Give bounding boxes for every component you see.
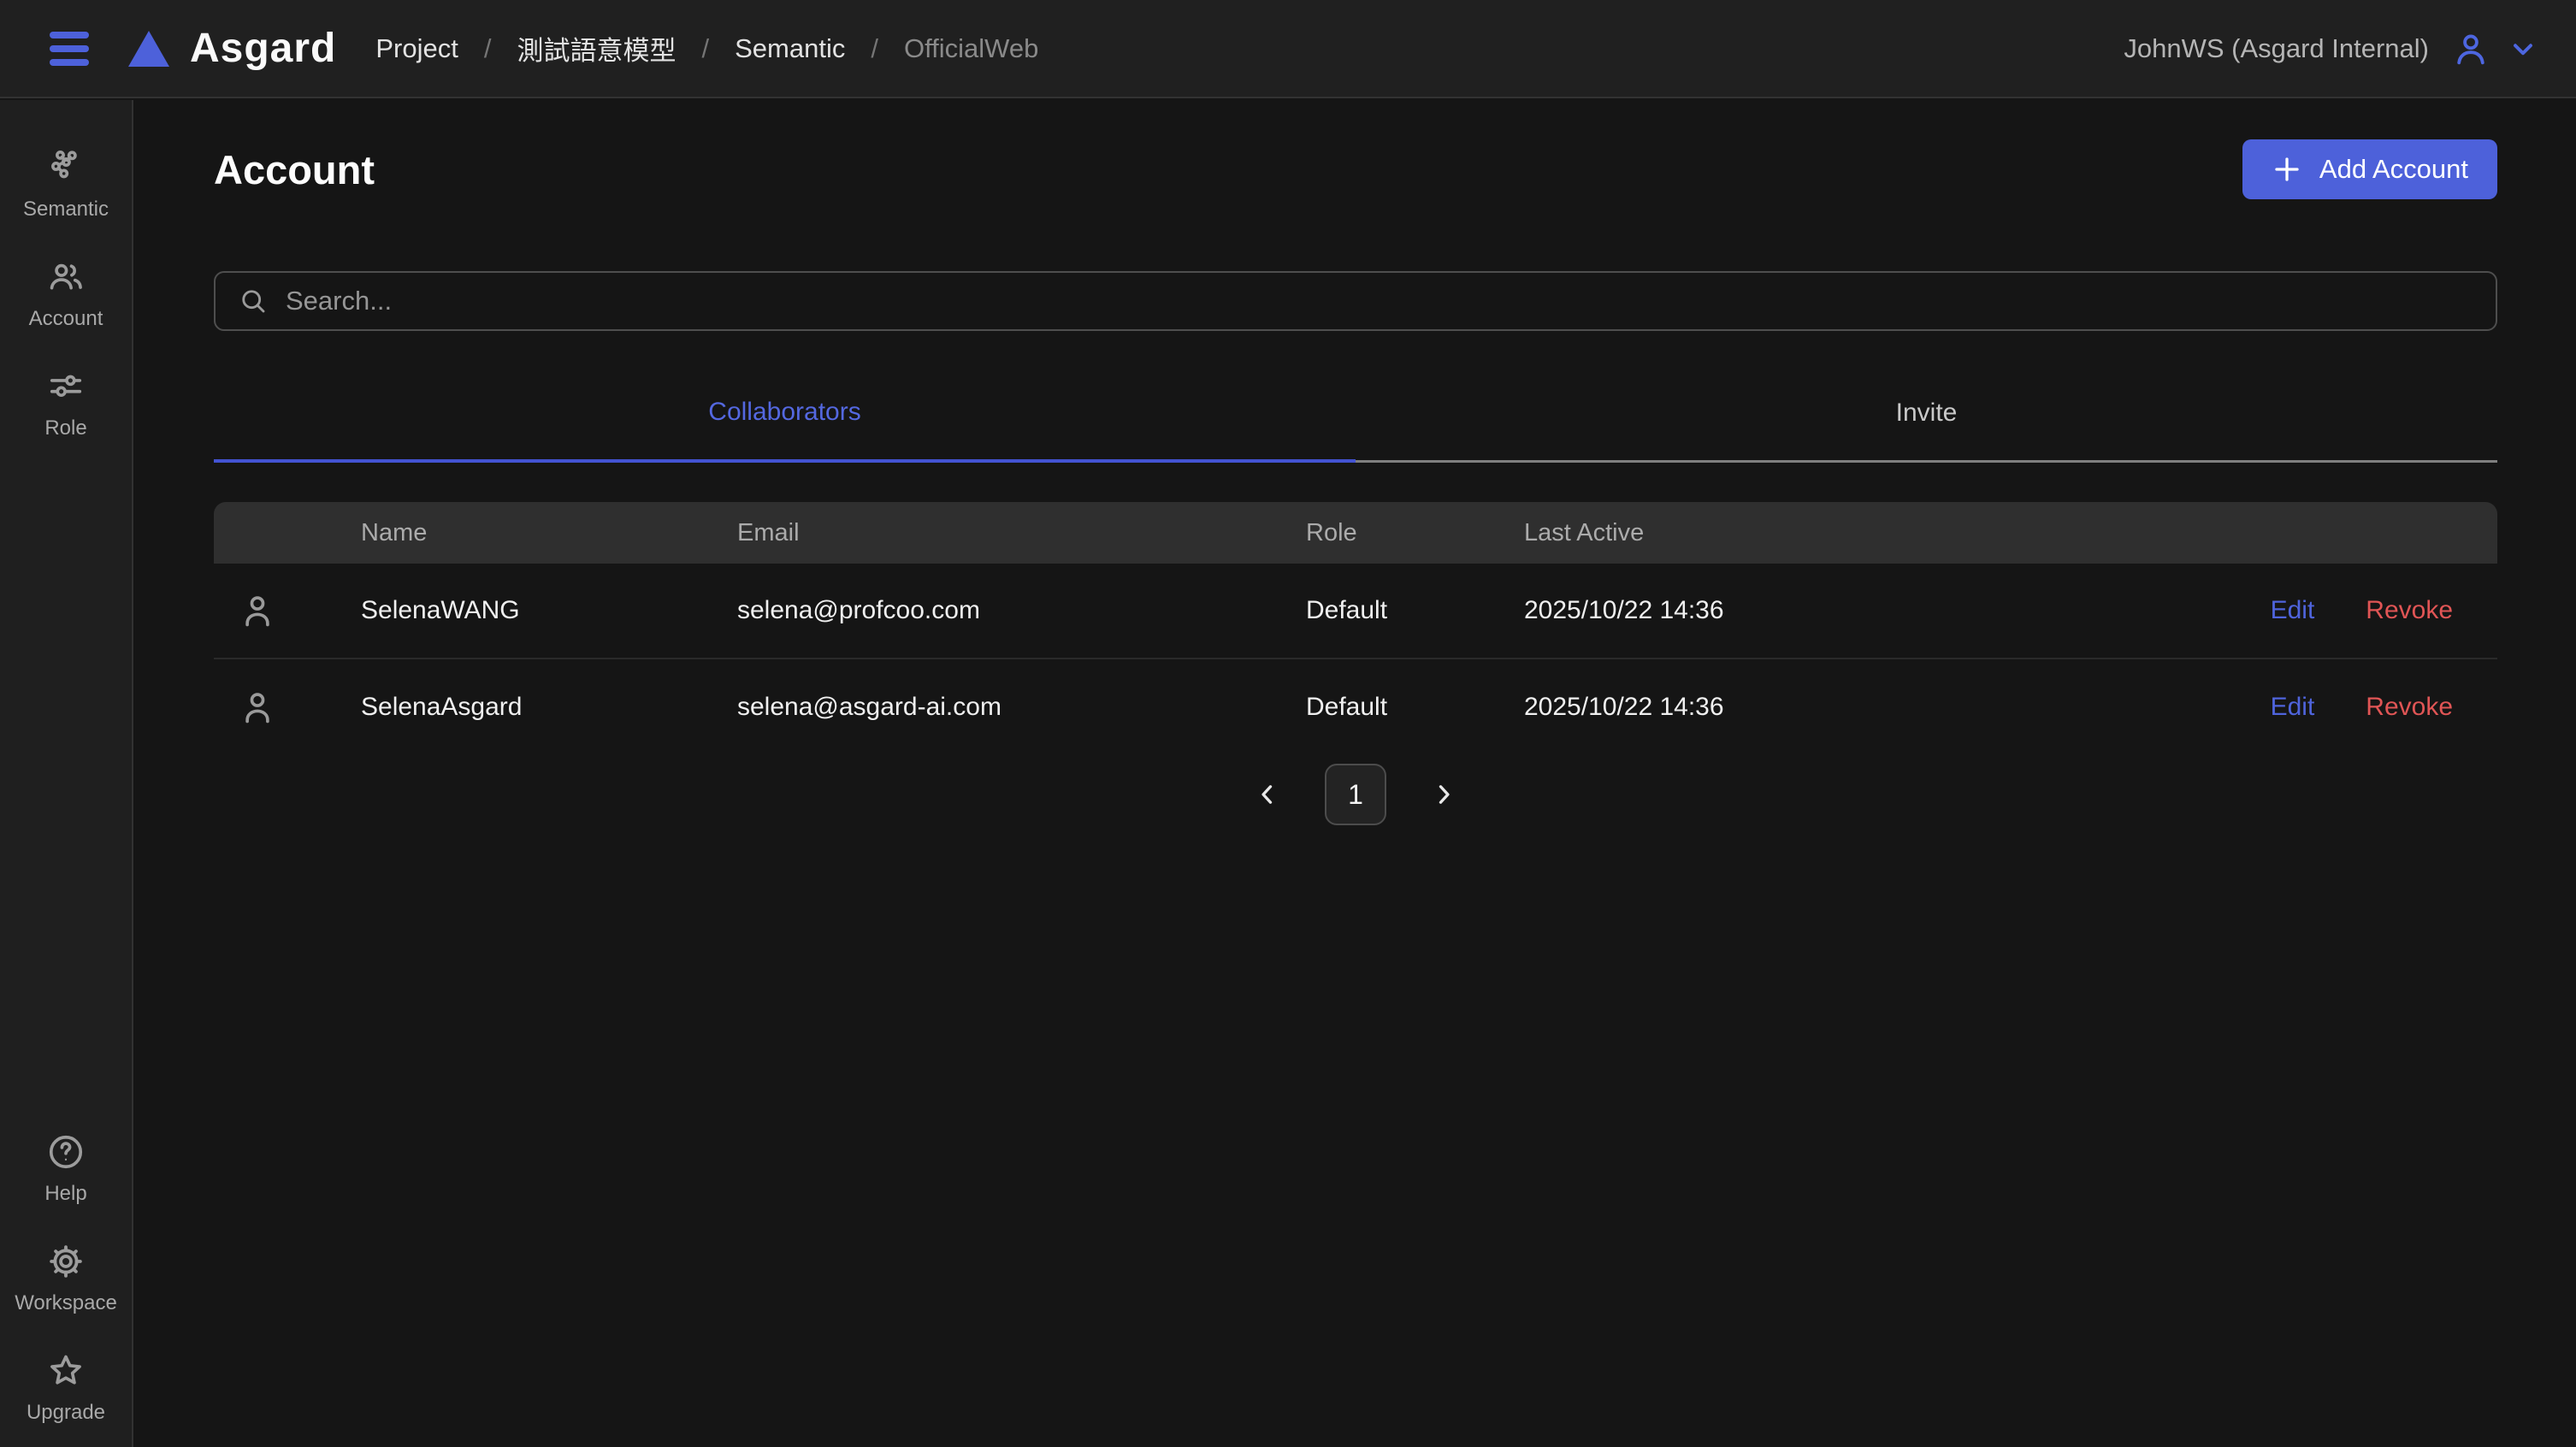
cell-last-active: 2025/10/22 14:36 bbox=[1524, 693, 2215, 722]
breadcrumb-item-model[interactable]: 測試語意模型 bbox=[517, 29, 676, 68]
breadcrumb-separator: / bbox=[484, 33, 492, 64]
sidebar-item-account[interactable]: Account bbox=[0, 257, 132, 331]
sidebar-item-upgrade[interactable]: Upgrade bbox=[0, 1351, 132, 1425]
breadcrumb-separator: / bbox=[871, 33, 878, 64]
cell-name: SelenaAsgard bbox=[361, 693, 737, 722]
sidebar-item-role[interactable]: Role bbox=[0, 367, 132, 440]
breadcrumb-separator: / bbox=[701, 33, 709, 64]
column-header-role: Role bbox=[1306, 519, 1524, 547]
cell-name: SelenaWANG bbox=[361, 596, 737, 625]
semantic-graph-icon bbox=[46, 148, 86, 187]
hamburger-menu-icon[interactable] bbox=[48, 30, 92, 68]
help-circle-icon bbox=[46, 1132, 86, 1172]
sidebar-label-account: Account bbox=[29, 307, 103, 331]
sidebar-label-semantic: Semantic bbox=[23, 198, 109, 221]
tab-invite[interactable]: Invite bbox=[1356, 367, 2497, 463]
edit-link[interactable]: Edit bbox=[2271, 596, 2315, 625]
brand-name: Asgard bbox=[190, 25, 336, 72]
add-account-button-label: Add Account bbox=[2319, 154, 2468, 185]
people-icon bbox=[46, 257, 86, 297]
table-row: SelenaAsgard selena@asgard-ai.com Defaul… bbox=[214, 659, 2497, 755]
sidebar-label-workspace: Workspace bbox=[15, 1291, 117, 1315]
top-bar: Asgard Project / 測試語意模型 / Semantic / Off… bbox=[0, 0, 2576, 98]
sliders-icon bbox=[46, 367, 86, 406]
table-row: SelenaWANG selena@profcoo.com Default 20… bbox=[214, 564, 2497, 659]
row-avatar-icon bbox=[214, 591, 361, 630]
star-icon bbox=[46, 1351, 86, 1391]
user-menu[interactable]: JohnWS (Asgard Internal) bbox=[2124, 29, 2538, 68]
cell-role: Default bbox=[1306, 596, 1524, 625]
search-input[interactable] bbox=[286, 286, 2473, 316]
tab-bar: Collaborators Invite bbox=[214, 367, 2497, 463]
brand-logo[interactable]: Asgard bbox=[127, 25, 336, 72]
revoke-link[interactable]: Revoke bbox=[2366, 693, 2453, 722]
column-header-last-active: Last Active bbox=[1524, 519, 2215, 547]
search-icon bbox=[238, 286, 269, 316]
column-header-email: Email bbox=[737, 519, 1306, 547]
chevron-down-icon[interactable] bbox=[2508, 33, 2538, 64]
breadcrumb: Project / 測試語意模型 / Semantic / OfficialWe… bbox=[375, 29, 1038, 68]
title-row: Account Add Account bbox=[214, 139, 2497, 199]
pagination: 1 bbox=[214, 764, 2497, 825]
triangle-logo-icon bbox=[127, 29, 171, 68]
previous-page-icon[interactable] bbox=[1253, 780, 1282, 809]
sidebar-label-upgrade: Upgrade bbox=[27, 1401, 105, 1425]
next-page-icon[interactable] bbox=[1429, 780, 1458, 809]
cell-email: selena@profcoo.com bbox=[737, 596, 1306, 625]
cell-last-active: 2025/10/22 14:36 bbox=[1524, 596, 2215, 625]
table-header-row: Name Email Role Last Active bbox=[214, 502, 2497, 564]
main-content: Account Add Account Collaborators Invite bbox=[135, 100, 2576, 1447]
breadcrumb-item-project[interactable]: Project bbox=[375, 33, 458, 64]
page-title: Account bbox=[214, 146, 375, 193]
sidebar-item-help[interactable]: Help bbox=[0, 1132, 132, 1206]
sidebar-bottom-group: Help Workspace bbox=[0, 1132, 132, 1425]
sidebar-item-semantic[interactable]: Semantic bbox=[0, 148, 132, 221]
user-name-label: JohnWS (Asgard Internal) bbox=[2124, 33, 2429, 64]
revoke-link[interactable]: Revoke bbox=[2366, 596, 2453, 625]
collaborators-table: Name Email Role Last Active SelenaWANG s… bbox=[214, 502, 2497, 755]
sidebar-label-role: Role bbox=[44, 416, 86, 440]
sidebar-label-help: Help bbox=[44, 1182, 86, 1206]
gear-icon bbox=[46, 1242, 86, 1281]
sidebar-top-group: Semantic Account bbox=[0, 148, 132, 440]
cell-actions: Edit Revoke bbox=[2215, 693, 2497, 722]
cell-email: selena@asgard-ai.com bbox=[737, 693, 1306, 722]
plus-icon bbox=[2272, 154, 2302, 185]
page-number-button[interactable]: 1 bbox=[1325, 764, 1386, 825]
sidebar: Semantic Account bbox=[0, 100, 133, 1447]
breadcrumb-item-officialweb: OfficialWeb bbox=[904, 33, 1038, 64]
add-account-button[interactable]: Add Account bbox=[2242, 139, 2497, 199]
row-avatar-icon bbox=[214, 688, 361, 727]
search-box bbox=[214, 271, 2497, 331]
breadcrumb-item-semantic[interactable]: Semantic bbox=[735, 33, 845, 64]
sidebar-item-workspace[interactable]: Workspace bbox=[0, 1242, 132, 1315]
edit-link[interactable]: Edit bbox=[2271, 693, 2315, 722]
cell-role: Default bbox=[1306, 693, 1524, 722]
cell-actions: Edit Revoke bbox=[2215, 596, 2497, 625]
column-header-name: Name bbox=[361, 519, 737, 547]
tab-collaborators[interactable]: Collaborators bbox=[214, 367, 1356, 463]
user-avatar-icon[interactable] bbox=[2451, 29, 2490, 68]
